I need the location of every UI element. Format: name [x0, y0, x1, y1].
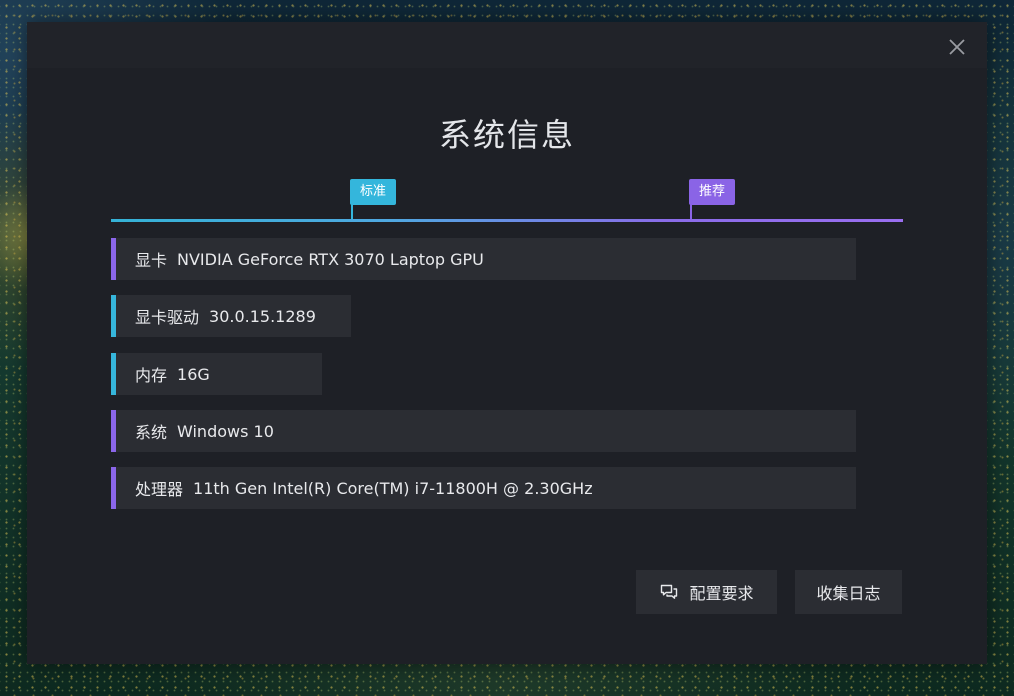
- spec-row-gpu-driver: 显卡驱动 30.0.15.1289: [111, 295, 351, 337]
- config-requirements-label: 配置要求: [689, 584, 754, 603]
- tier-recommended-marker: [690, 200, 692, 220]
- spec-label: 处理器: [135, 480, 184, 499]
- spec-accent-bar: [111, 353, 116, 395]
- spec-accent-bar: [111, 467, 116, 509]
- spec-row-memory: 内存 16G: [111, 353, 322, 395]
- spec-label: 显卡驱动: [135, 308, 200, 327]
- tier-scale-line: [111, 219, 903, 222]
- close-icon: [949, 39, 965, 55]
- system-info-dialog: 系统信息 标准 推荐 显卡 NVIDIA GeForce RTX 3070 La…: [27, 22, 987, 664]
- dialog-title: 系统信息: [438, 116, 575, 154]
- close-button[interactable]: [947, 37, 967, 57]
- tier-standard-marker: [351, 200, 353, 220]
- tier-standard-tag: 标准: [350, 179, 397, 205]
- tier-recommended-tag: 推荐: [689, 179, 736, 205]
- spec-row-os: 系统 Windows 10: [111, 410, 856, 452]
- spec-accent-bar: [111, 295, 116, 337]
- spec-value: NVIDIA GeForce RTX 3070 Laptop GPU: [177, 249, 484, 269]
- spec-value: 16G: [177, 364, 210, 384]
- dialog-header-bar: [27, 22, 987, 68]
- spec-accent-bar: [111, 410, 116, 452]
- spec-row-gpu: 显卡 NVIDIA GeForce RTX 3070 Laptop GPU: [111, 238, 856, 280]
- spec-accent-bar: [111, 238, 116, 280]
- spec-value: 11th Gen Intel(R) Core(TM) i7-11800H @ 2…: [193, 478, 593, 498]
- spec-value: 30.0.15.1289: [209, 306, 316, 326]
- collect-logs-button[interactable]: 收集日志: [795, 570, 902, 614]
- spec-label: 系统: [135, 423, 168, 442]
- spec-label: 显卡: [135, 251, 168, 270]
- config-requirements-button[interactable]: 配置要求: [636, 570, 777, 614]
- spec-row-cpu: 处理器 11th Gen Intel(R) Core(TM) i7-11800H…: [111, 467, 856, 509]
- chat-bubbles-icon: [661, 584, 678, 599]
- spec-value: Windows 10: [177, 421, 274, 441]
- collect-logs-label: 收集日志: [816, 584, 881, 603]
- spec-label: 内存: [135, 366, 168, 385]
